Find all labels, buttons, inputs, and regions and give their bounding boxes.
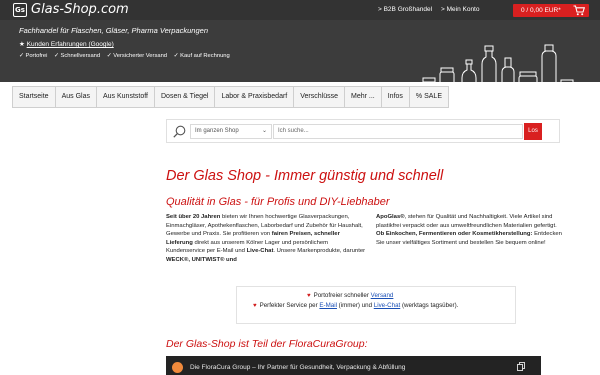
heart-icon: ♥	[307, 293, 311, 299]
group-section-title: Der Glas-Shop ist Teil der FloraCuraGrou…	[166, 338, 368, 350]
intro-text-left: Seit über 20 Jahren bieten wir Ihnen hoc…	[166, 213, 366, 265]
nav-item-labor-praxisbedarf[interactable]: Labor & Praxisbedarf	[214, 86, 294, 108]
section-subheadline: Qualität in Glas - für Profis und DIY-Li…	[166, 196, 390, 208]
email-link[interactable]: E-Mail	[319, 302, 337, 309]
feature-item: ✓ Versicherter Versand	[106, 53, 168, 59]
benefit-text: Portofreier schneller	[313, 292, 371, 299]
channel-avatar[interactable]	[172, 362, 183, 373]
nav-item-infos[interactable]: Infos	[380, 86, 409, 108]
search-icon[interactable]	[173, 125, 186, 138]
tagline: Fachhandel für Flaschen, Gläser, Pharma …	[19, 26, 208, 35]
search-button[interactable]: Los	[524, 123, 542, 140]
benefit-text: Perfekter Service per	[259, 302, 320, 309]
nav-item-verschluesse[interactable]: Verschlüsse	[293, 86, 344, 108]
intro-bold: Live-Chat	[246, 248, 274, 255]
intro-bold: Ob Einkochen, Fermentieren oder Kosmetik…	[376, 231, 533, 238]
search-scope-value: Im ganzen Shop	[195, 128, 239, 134]
video-embed[interactable]: Die FloraCura Group – Ihr Partner für Ge…	[166, 356, 541, 375]
benefit-shipping: ♥ Portofreier schneller Versand	[307, 292, 393, 301]
page-headline: Der Glas Shop - Immer günstig und schnel…	[166, 168, 444, 184]
heart-icon: ♥	[253, 303, 257, 309]
live-chat-link[interactable]: Live-Chat	[374, 302, 400, 309]
b2b-link[interactable]: > B2B Großhandel	[378, 6, 432, 13]
intro-text-right: ApoGlas®, stehen für Qualität und Nachha…	[376, 213, 562, 247]
benefit-service: ♥ Perfekter Service per E-Mail (immer) un…	[253, 302, 513, 311]
benefit-text: (werktags tagsüber).	[400, 302, 459, 309]
reviews-link[interactable]: Kunden Erfahrungen (Google)	[27, 41, 114, 48]
search-scope-select[interactable]: Im ganzen Shop ⌄	[190, 124, 272, 139]
feature-item: ✓ Schnellversand	[54, 53, 101, 59]
search-bar: Im ganzen Shop ⌄ Ich suche... Los	[166, 119, 560, 143]
benefits-box: ♥ Portofreier schneller Versand ♥ Perfekte…	[236, 286, 516, 324]
feature-list: ✓ Portofrei ✓ Schnellversand ✓ Versicher…	[19, 53, 235, 59]
nav-item-sale[interactable]: % SALE	[408, 86, 449, 108]
logo-text[interactable]: Glas-Shop.com	[31, 2, 129, 17]
top-bar: Gs Glas-Shop.com > B2B Großhandel > Mein…	[0, 0, 600, 20]
my-account-link[interactable]: > Mein Konto	[441, 6, 479, 13]
intro-bold: WECK®, UNITWIST® und	[166, 256, 237, 263]
chevron-down-icon: ⌄	[261, 128, 267, 134]
video-title[interactable]: Die FloraCura Group – Ihr Partner für Ge…	[190, 364, 405, 371]
shopping-cart-icon	[573, 5, 585, 16]
cart-total: 0 / 0,00 EUR*	[521, 7, 561, 14]
cart-button[interactable]: 0 / 0,00 EUR*	[513, 4, 589, 17]
nav-item-aus-kunststoff[interactable]: Aus Kunststoff	[95, 86, 154, 108]
reviews-line: ★ Kunden Erfahrungen (Google)	[19, 40, 114, 48]
copy-link-icon[interactable]	[517, 362, 525, 371]
feature-item: ✓ Portofrei	[19, 53, 48, 59]
logo-mark[interactable]: Gs	[13, 3, 27, 17]
feature-item: ✓ Kauf auf Rechnung	[173, 53, 230, 59]
benefit-text: (immer) und	[336, 302, 374, 309]
intro-bold: ApoGlas®	[376, 214, 405, 220]
main-nav: Startseite Aus Glas Aus Kunststoff Dosen…	[12, 86, 449, 108]
shipping-link[interactable]: Versand	[371, 292, 394, 299]
nav-item-mehr[interactable]: Mehr ...	[344, 86, 381, 108]
header-banner: Fachhandel für Flaschen, Gläser, Pharma …	[0, 20, 600, 99]
nav-item-startseite[interactable]: Startseite	[12, 86, 55, 108]
nav-item-aus-glas[interactable]: Aus Glas	[54, 86, 96, 108]
nav-item-dosen-tiegel[interactable]: Dosen & Tiegel	[154, 86, 215, 108]
intro-text: . Unsere Markenprodukte, darunter	[273, 248, 366, 255]
intro-bold: Seit über 20 Jahren	[166, 214, 221, 220]
star-icon: ★	[19, 41, 25, 48]
search-input[interactable]: Ich suche...	[273, 124, 523, 139]
